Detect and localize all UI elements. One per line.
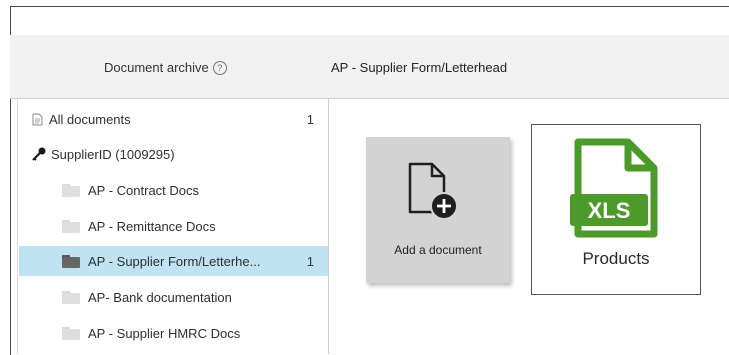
add-file-icon <box>408 162 468 229</box>
tree-item-label: AP - Supplier Form/Letterhe... <box>88 253 261 269</box>
tree-item-bank-documentation[interactable]: AP- Bank documentation <box>62 282 328 312</box>
file-type-label: XLS <box>588 198 631 223</box>
tree-item-contract-docs[interactable]: AP - Contract Docs <box>62 175 328 205</box>
documents-icon <box>32 113 43 126</box>
tree-item-hmrc-docs[interactable]: AP - Supplier HMRC Docs <box>62 318 328 348</box>
tree-item-label: AP - Contract Docs <box>88 182 200 198</box>
current-folder-title: AP - Supplier Form/Letterhead <box>331 60 508 75</box>
folder-icon <box>62 326 80 340</box>
file-tile-products[interactable]: XLS Products <box>531 124 701 295</box>
tree-item-supplier-id[interactable]: SupplierID (1009295) <box>31 139 328 169</box>
file-name-label: Products <box>582 249 650 268</box>
add-document-label: Add a document <box>394 243 482 257</box>
tree-item-label: AP - Remittance Docs <box>88 218 216 234</box>
tree-item-label: SupplierID (1009295) <box>51 146 175 162</box>
tree-item-label: AP- Bank documentation <box>88 289 232 305</box>
folder-icon <box>62 219 80 233</box>
xls-file-icon: XLS <box>570 138 662 243</box>
tree-item-count: 1 <box>306 253 314 269</box>
folder-tree: All documents 1 SupplierID (1009295) AP … <box>17 98 329 354</box>
tree-item-label: AP - Supplier HMRC Docs <box>88 325 241 341</box>
key-icon <box>31 147 47 161</box>
tree-item-supplier-form-letterhead[interactable]: AP - Supplier Form/Letterhe... 1 <box>19 246 328 276</box>
folder-icon <box>62 290 80 304</box>
folder-icon <box>62 183 80 197</box>
tree-item-label: All documents <box>49 111 131 127</box>
help-icon[interactable]: ? <box>212 60 227 75</box>
tree-item-remittance-docs[interactable]: AP - Remittance Docs <box>62 211 328 241</box>
document-archive-label: Document archive ? <box>104 60 227 75</box>
folder-open-icon <box>62 254 80 268</box>
tree-item-count: 1 <box>306 111 314 127</box>
add-document-button[interactable]: Add a document <box>366 137 510 283</box>
tree-item-all-documents[interactable]: All documents 1 <box>32 104 328 134</box>
archive-label-text: Document archive <box>104 60 209 75</box>
